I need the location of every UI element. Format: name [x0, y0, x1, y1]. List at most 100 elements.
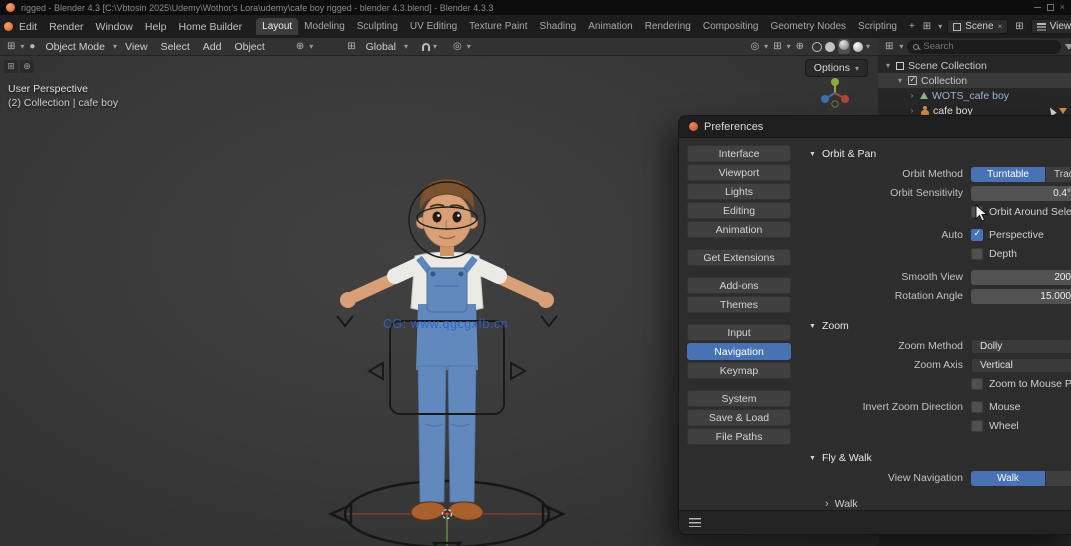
preferences-titlebar[interactable]: Preferences — [679, 116, 1071, 138]
scene-selector[interactable]: Scene × — [947, 19, 1009, 34]
filter-icon[interactable] — [1065, 43, 1071, 50]
walk-subsection[interactable]: › Walk — [795, 495, 1071, 510]
show-gizmo-icon[interactable]: ◎ — [748, 41, 761, 52]
tab-layout[interactable]: Layout — [256, 18, 299, 35]
add-workspace-button[interactable]: + — [903, 18, 921, 35]
orbit-method-turntable-button[interactable]: Turntable — [971, 166, 1045, 182]
minimize-icon[interactable] — [1033, 7, 1041, 8]
navigation-gizmo[interactable] — [818, 76, 852, 110]
shading-rendered-icon[interactable] — [852, 41, 863, 52]
gizmo-caret-icon[interactable]: ▾ — [764, 42, 768, 51]
sidebar-item-interface[interactable]: Interface — [687, 145, 791, 162]
browse-scene-icon[interactable]: ⊞ — [921, 21, 933, 32]
selectable-toggle-icon[interactable] — [1047, 105, 1057, 116]
mode-caret-icon[interactable]: ▾ — [113, 42, 117, 51]
orientation-caret-icon[interactable]: ▾ — [404, 42, 408, 51]
menu-render[interactable]: Render — [43, 19, 89, 35]
sidebar-item-animation[interactable]: Animation — [687, 221, 791, 238]
zoom-to-mouse-checkbox[interactable] — [971, 378, 983, 390]
auto-depth-checkbox[interactable] — [971, 248, 983, 260]
shading-solid-icon[interactable] — [824, 41, 835, 52]
section-orbit-pan[interactable]: ▼ Orbit & Pan — [795, 143, 1071, 165]
proportional-edit-icon[interactable]: ◎ — [451, 41, 464, 52]
menu-help[interactable]: Help — [139, 19, 173, 35]
zoom-axis-dropdown[interactable]: Vertical — [971, 357, 1071, 373]
smooth-view-field[interactable]: 200 — [971, 269, 1071, 285]
sidebar-item-keymap[interactable]: Keymap — [687, 362, 791, 379]
zoom-method-dropdown[interactable]: Dolly — [971, 338, 1071, 354]
tab-texture-paint[interactable]: Texture Paint — [463, 18, 533, 35]
hamburger-menu-icon[interactable] — [689, 518, 701, 527]
menu-window[interactable]: Window — [90, 19, 139, 35]
sidebar-item-editing[interactable]: Editing — [687, 202, 791, 219]
sidebar-item-save-load[interactable]: Save & Load — [687, 409, 791, 426]
sidebar-item-viewport[interactable]: Viewport — [687, 164, 791, 181]
maximize-icon[interactable] — [1046, 4, 1054, 11]
armature-filter-icon[interactable] — [1059, 107, 1067, 114]
auto-perspective-checkbox[interactable] — [971, 228, 983, 241]
outliner-mode-caret-icon[interactable]: ▾ — [899, 42, 903, 51]
pivot-caret-icon[interactable]: ▾ — [309, 42, 313, 51]
outliner-display-mode-icon[interactable]: ⊞ — [883, 41, 895, 52]
transform-pivot-icon[interactable]: ⊕ — [294, 41, 306, 52]
expand-caret-icon[interactable]: ▾ — [884, 61, 892, 70]
character-cafe-boy[interactable] — [297, 174, 597, 546]
tab-rendering[interactable]: Rendering — [639, 18, 697, 35]
tree-row-wots-cafe-boy[interactable]: › WOTS_cafe boy — [878, 88, 1071, 103]
editor-type-caret-icon[interactable]: ▾ — [20, 42, 24, 51]
close-icon[interactable]: × — [1060, 3, 1065, 12]
sidebar-item-system[interactable]: System — [687, 390, 791, 407]
section-fly-walk[interactable]: ▼ Fly & Walk — [795, 447, 1071, 469]
rotation-angle-field[interactable]: 15.000 — [971, 288, 1071, 304]
sidebar-item-input[interactable]: Input — [687, 324, 791, 341]
collapse-caret-icon[interactable]: › — [908, 106, 916, 115]
collection-checkbox-icon[interactable] — [908, 75, 917, 85]
tab-modeling[interactable]: Modeling — [298, 18, 351, 35]
tab-uv-editing[interactable]: UV Editing — [404, 18, 463, 35]
menu-home-builder[interactable]: Home Builder — [173, 19, 249, 35]
tab-sculpting[interactable]: Sculpting — [351, 18, 404, 35]
invert-zoom-mouse-checkbox[interactable] — [971, 401, 983, 413]
view-navigation-fly-button[interactable] — [1046, 470, 1071, 486]
proportional-caret-icon[interactable]: ▾ — [467, 42, 471, 51]
orbit-method-trackball-button[interactable]: Trackball — [1046, 166, 1071, 182]
viewlayer-selector[interactable]: ViewLa — [1030, 19, 1071, 34]
tool-cursor-icon[interactable]: ⊕ — [20, 60, 34, 73]
tab-scripting[interactable]: Scripting — [852, 18, 903, 35]
overlays-caret-icon[interactable]: ▾ — [787, 42, 791, 51]
preferences-window[interactable]: Preferences Interface Viewport Lights Ed… — [678, 115, 1071, 535]
shading-caret-icon[interactable]: ▾ — [866, 42, 870, 51]
scene-browse-caret-icon[interactable]: ▾ — [938, 22, 942, 31]
tab-compositing[interactable]: Compositing — [697, 18, 765, 35]
editor-type-icon[interactable]: ⊞ — [5, 41, 17, 52]
mode-selector[interactable]: Object Mode — [40, 40, 110, 54]
browse-viewlayer-icon[interactable]: ⊞ — [1013, 21, 1025, 32]
collapse-caret-icon[interactable]: › — [908, 91, 916, 100]
menu-select[interactable]: Select — [156, 40, 195, 54]
menu-add[interactable]: Add — [198, 40, 227, 54]
sidebar-item-get-extensions[interactable]: Get Extensions — [687, 249, 791, 266]
tree-row-scene-collection[interactable]: ▾ Scene Collection — [878, 58, 1071, 73]
section-zoom[interactable]: ▼ Zoom — [795, 315, 1071, 337]
outliner-search[interactable] — [907, 39, 1062, 54]
transform-orientation-selector[interactable]: Global — [361, 40, 401, 54]
orbit-sensitivity-field[interactable]: 0.4° — [971, 185, 1071, 201]
options-button[interactable]: Options ▾ — [804, 59, 868, 77]
blender-menu-icon[interactable] — [4, 22, 13, 31]
snap-caret-icon[interactable]: ▾ — [433, 42, 437, 51]
invert-zoom-wheel-checkbox[interactable] — [971, 420, 983, 432]
snap-magnet-icon[interactable] — [421, 42, 430, 51]
sidebar-item-file-paths[interactable]: File Paths — [687, 428, 791, 445]
unlink-scene-icon[interactable]: × — [998, 22, 1003, 31]
menu-view[interactable]: View — [120, 40, 153, 54]
sidebar-item-themes[interactable]: Themes — [687, 296, 791, 313]
sidebar-item-navigation[interactable]: Navigation — [687, 343, 791, 360]
xray-toggle-icon[interactable]: ⊕ — [794, 41, 806, 52]
search-input[interactable] — [923, 41, 1056, 52]
shading-material-icon[interactable] — [838, 40, 849, 50]
view-navigation-walk-button[interactable]: Walk — [971, 470, 1045, 486]
menu-object[interactable]: Object — [229, 40, 269, 54]
tree-row-collection[interactable]: ▾ Collection — [878, 73, 1071, 88]
tool-select-icon[interactable]: ⊞ — [4, 60, 18, 73]
expand-caret-icon[interactable]: ▾ — [896, 76, 904, 85]
